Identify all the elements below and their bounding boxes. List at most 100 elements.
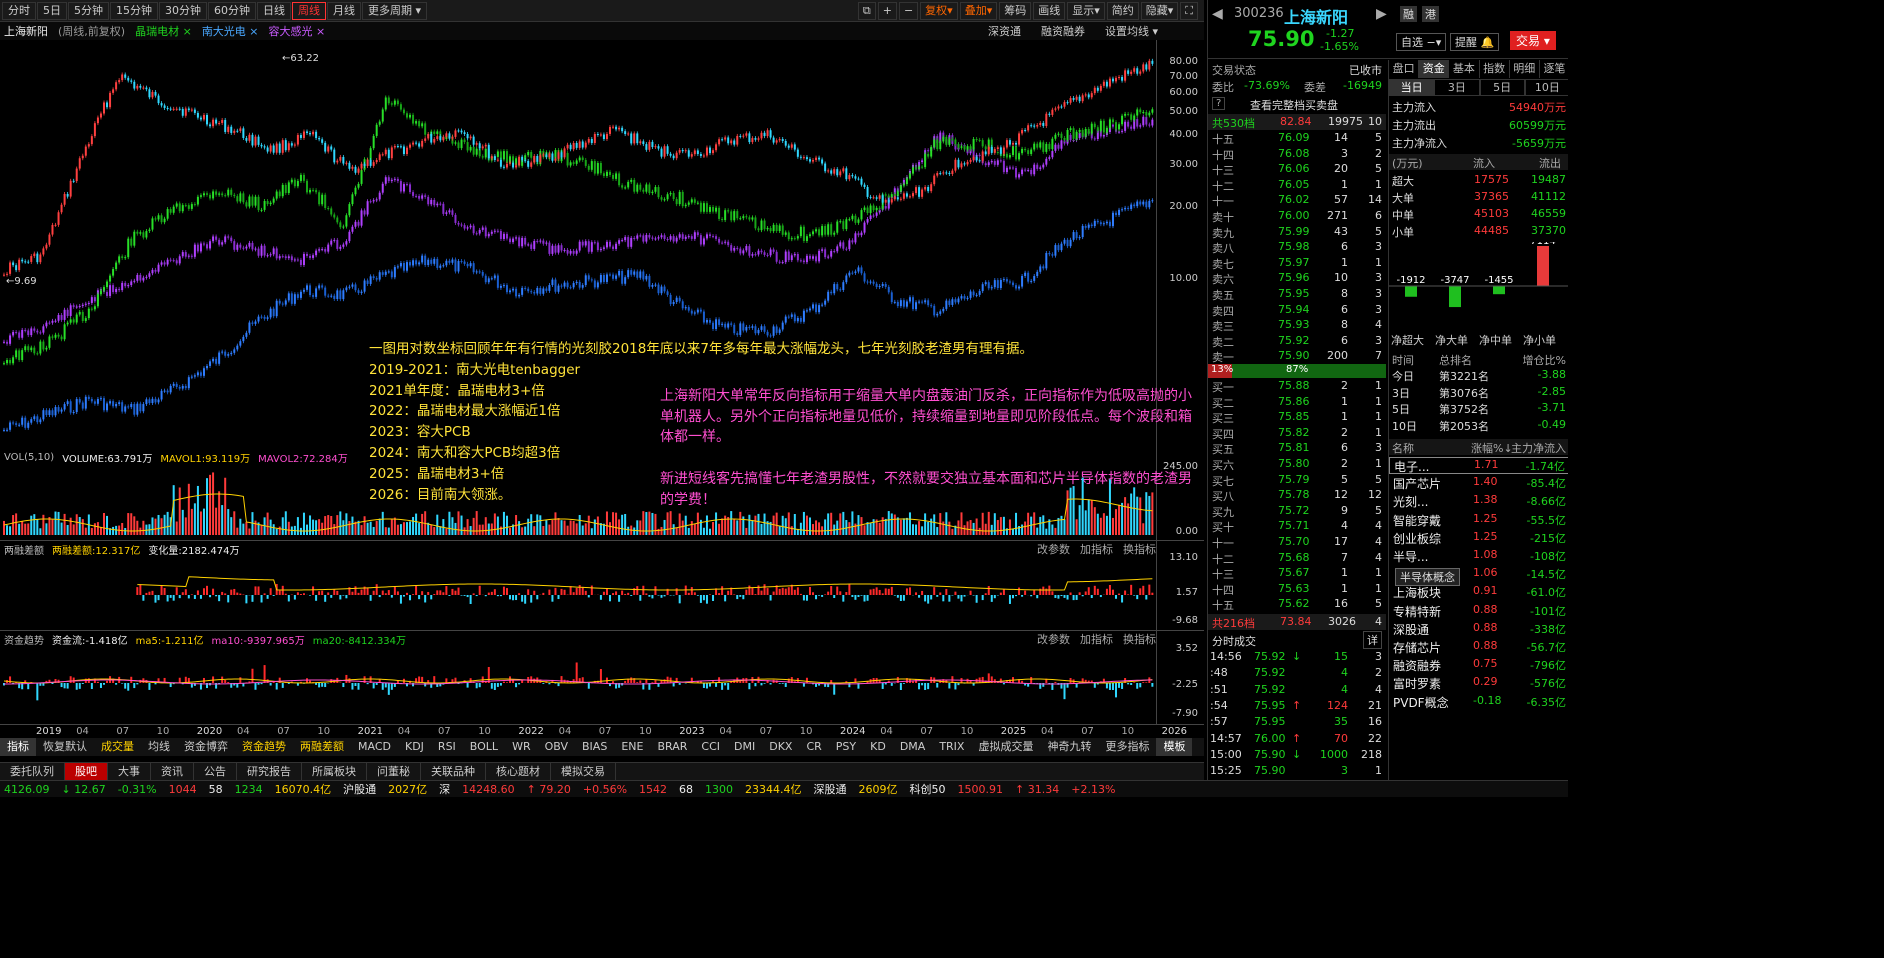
bid-row[interactable]: 买九 75.72 9 5 (1208, 504, 1386, 519)
bid-row[interactable]: 买八 75.78 12 12 (1208, 488, 1386, 503)
ask-row[interactable]: 十二 76.05 1 1 (1208, 178, 1386, 193)
trade-button[interactable]: 交易 ▾ (1510, 31, 1556, 50)
indicator-tab[interactable]: 资金博弈 (177, 738, 235, 756)
sector-row[interactable]: 光刻... 1.38 -8.66亿 (1389, 493, 1568, 510)
sector-row[interactable]: 上海板块 0.91 -61.0亿 (1389, 584, 1568, 601)
ask-row[interactable]: 卖九 75.99 43 5 (1208, 225, 1386, 240)
period-monthly[interactable]: 月线 (327, 1, 361, 20)
day-tab[interactable]: 5日 (1479, 79, 1525, 96)
indicator-tab[interactable]: KD (863, 738, 893, 756)
period-30min[interactable]: 30分钟 (159, 1, 207, 20)
indicator-tab[interactable]: MACD (351, 738, 398, 756)
fund-tab[interactable]: 明细 (1510, 60, 1540, 78)
bottom-tab[interactable]: 问董秘 (367, 762, 421, 781)
overlay-nanda[interactable]: 南大光电 × (202, 23, 259, 39)
bid-row[interactable]: 买二 75.86 1 1 (1208, 395, 1386, 410)
link-ma-settings[interactable]: 设置均线 ▾ (1105, 23, 1158, 39)
indicator-tab[interactable]: 资金趋势 (235, 738, 293, 756)
bid-row[interactable]: 买十 75.71 4 4 (1208, 519, 1386, 534)
ask-row[interactable]: 卖六 75.96 10 3 (1208, 271, 1386, 286)
fund-add-indicator[interactable]: 加指标 (1080, 631, 1113, 647)
fund-edit-params[interactable]: 改参数 (1037, 631, 1070, 647)
indicator-tab[interactable]: 虚拟成交量 (971, 738, 1040, 756)
day-tab[interactable]: 当日 (1389, 79, 1435, 96)
fullscreen-icon[interactable]: ⛶ (1180, 2, 1198, 20)
ask-row[interactable]: 卖十 76.00 271 6 (1208, 209, 1386, 224)
margin-swap-indicator[interactable]: 换指标 (1123, 541, 1156, 557)
link-margin[interactable]: 融资融券 (1041, 23, 1085, 39)
overlay-button[interactable]: 叠加▾ (959, 2, 998, 20)
bid-row[interactable]: 十四 75.63 1 1 (1208, 582, 1386, 597)
indicator-tab[interactable]: 神奇九转 (1040, 738, 1098, 756)
sector-row[interactable]: 创业板综 1.25 -215亿 (1389, 530, 1568, 547)
bottom-tab[interactable]: 所属板块 (302, 762, 367, 781)
overlay-jingrui[interactable]: 晶瑞电材 × (135, 23, 192, 39)
period-5day[interactable]: 5日 (37, 1, 67, 20)
overlay-rongda[interactable]: 容大感光 × (269, 23, 326, 39)
ask-row[interactable]: 卖二 75.92 6 3 (1208, 334, 1386, 349)
watchlist-button[interactable]: 自选 −▾ (1396, 33, 1447, 51)
ask-row[interactable]: 十一 76.02 57 14 (1208, 193, 1386, 208)
fund-tab[interactable]: 基本 (1449, 60, 1480, 78)
sector-row[interactable]: 专精特新 0.88 -101亿 (1389, 603, 1568, 620)
ask-row[interactable]: 卖八 75.98 6 3 (1208, 240, 1386, 255)
fund-tab[interactable]: 盘口 (1389, 60, 1420, 78)
bid-row[interactable]: 十五 75.62 16 5 (1208, 597, 1386, 612)
sector-row[interactable]: 电子... 1.71 -1.74亿 (1389, 457, 1568, 474)
indicator-tab[interactable]: CCI (694, 738, 727, 756)
bottom-tab[interactable]: 核心题材 (486, 762, 551, 781)
indicator-tab[interactable]: 成交量 (94, 738, 141, 756)
period-more-dropdown[interactable]: 更多周期 ▾ (362, 1, 428, 20)
sector-row[interactable]: PVDF概念 -0.18 -6.35亿 (1389, 694, 1568, 711)
window-icon[interactable]: ⧉ (857, 2, 876, 20)
alert-button[interactable]: 提醒 🔔 (1450, 33, 1500, 51)
indicator-tab[interactable]: DMI (727, 738, 762, 756)
bid-row[interactable]: 买一 75.88 2 1 (1208, 379, 1386, 394)
period-5min[interactable]: 5分钟 (68, 1, 109, 20)
prev-stock-icon[interactable]: ◀ (1212, 6, 1223, 22)
full-book-link[interactable]: 查看完整档买卖盘 (1250, 97, 1338, 113)
indicator-tab[interactable]: DMA (893, 738, 933, 756)
indicator-tab[interactable]: PSY (829, 738, 863, 756)
display-button[interactable]: 显示▾ (1067, 2, 1105, 20)
link-shenzitong[interactable]: 深资通 (988, 23, 1021, 39)
bid-row[interactable]: 买七 75.79 5 5 (1208, 473, 1386, 488)
sector-row[interactable]: 融资融券 0.75 -796亿 (1389, 657, 1568, 674)
draw-button[interactable]: 画线 (1033, 2, 1066, 20)
bottom-tab[interactable]: 公告 (194, 762, 237, 781)
hide-button[interactable]: 隐藏▾ (1140, 2, 1179, 20)
fund-tab[interactable]: 逐笔 (1540, 60, 1568, 78)
indicator-tab[interactable]: OBV (538, 738, 575, 756)
indicator-tab[interactable]: 模板 (1156, 738, 1193, 756)
indicator-tab[interactable]: ENE (614, 738, 650, 756)
bid-row[interactable]: 买四 75.82 2 1 (1208, 426, 1386, 441)
sector-row[interactable]: 深股通 0.88 -338亿 (1389, 621, 1568, 638)
indicator-tab[interactable]: TRIX (932, 738, 971, 756)
bid-row[interactable]: 买三 75.85 1 1 (1208, 410, 1386, 425)
margin-edit-params[interactable]: 改参数 (1037, 541, 1070, 557)
bid-row[interactable]: 买六 75.80 2 1 (1208, 457, 1386, 472)
indicator-tab[interactable]: 恢复默认 (36, 738, 94, 756)
bid-row[interactable]: 十一 75.70 17 4 (1208, 535, 1386, 550)
ask-row[interactable]: 十三 76.06 20 5 (1208, 162, 1386, 177)
period-weekly[interactable]: 周线 (292, 1, 326, 20)
bid-row[interactable]: 十二 75.68 7 4 (1208, 551, 1386, 566)
bottom-tab[interactable]: 大事 (108, 762, 151, 781)
indicator-tab[interactable]: 指标 (0, 738, 36, 756)
ask-row[interactable]: 卖七 75.97 1 1 (1208, 256, 1386, 271)
next-stock-icon[interactable]: ▶ (1376, 6, 1387, 22)
indicator-tab[interactable]: RSI (431, 738, 463, 756)
fund-tab[interactable]: 资金 (1419, 60, 1450, 78)
indicator-tab[interactable]: BIAS (575, 738, 614, 756)
sector-row[interactable]: 富时罗素 0.29 -576亿 (1389, 675, 1568, 692)
bottom-tab[interactable]: 关联品种 (421, 762, 486, 781)
margin-add-indicator[interactable]: 加指标 (1080, 541, 1113, 557)
bottom-tab[interactable]: 委托队列 (0, 762, 65, 781)
indicator-tab[interactable]: BRAR (650, 738, 694, 756)
simple-button[interactable]: 简约 (1106, 2, 1139, 20)
period-intraday[interactable]: 分时 (2, 1, 36, 20)
sector-row[interactable]: 存储芯片 0.88 -56.7亿 (1389, 639, 1568, 656)
ask-row[interactable]: 卖四 75.94 6 3 (1208, 303, 1386, 318)
indicator-tab[interactable]: BOLL (463, 738, 505, 756)
indicator-tab[interactable]: DKX (762, 738, 799, 756)
